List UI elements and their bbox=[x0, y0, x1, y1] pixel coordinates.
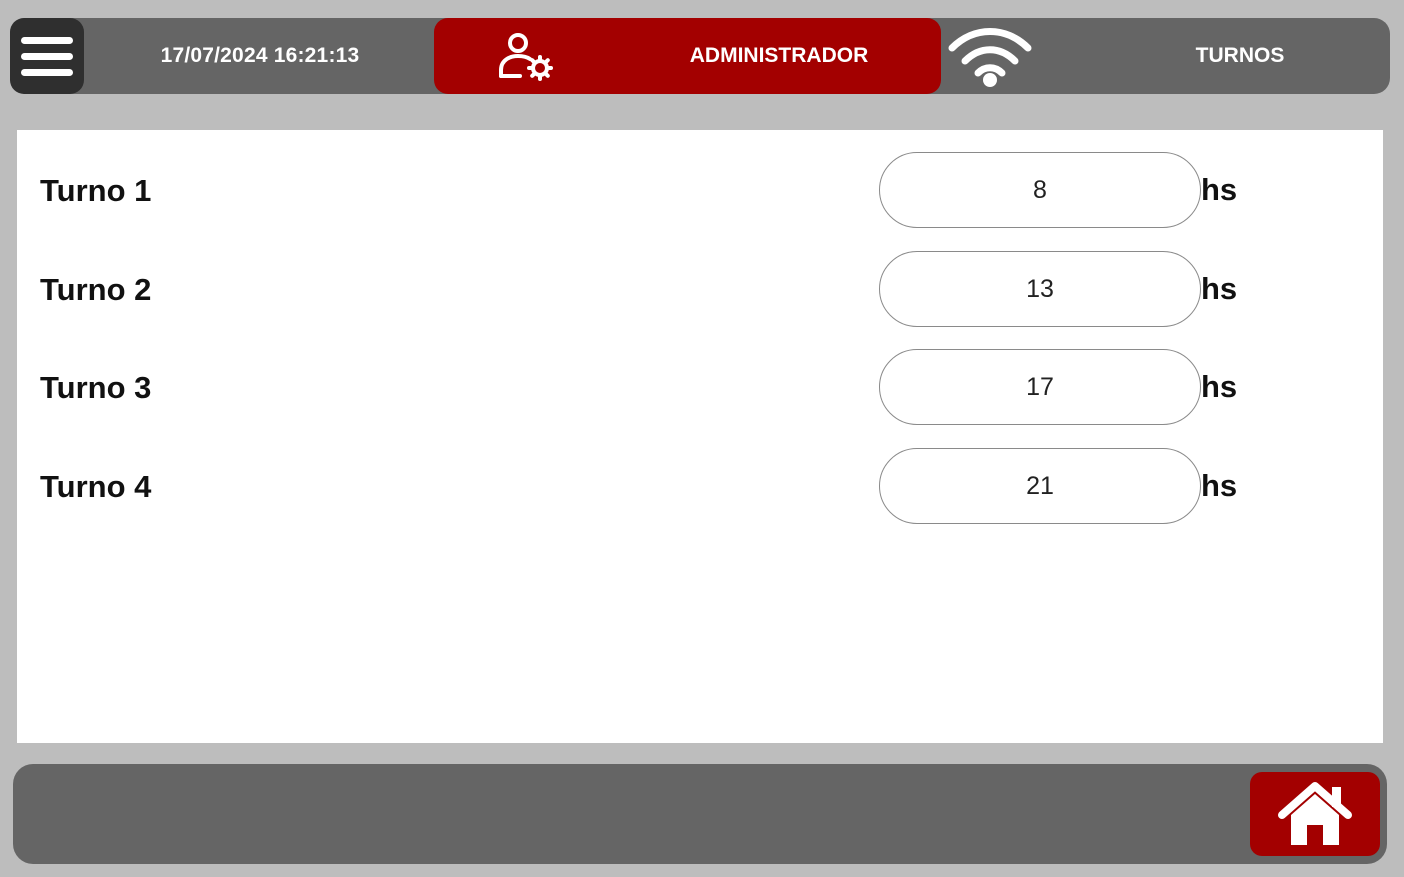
home-button[interactable] bbox=[1250, 772, 1380, 856]
turno-row-2: Turno 2 13 hs bbox=[17, 251, 1383, 329]
turno-row-1: Turno 1 8 hs bbox=[17, 152, 1383, 230]
home-icon bbox=[1278, 782, 1352, 845]
turno-row-3: Turno 3 17 hs bbox=[17, 349, 1383, 427]
turno-unit-label: hs bbox=[1201, 271, 1238, 306]
app-frame: 17/07/2024 16:21:13 ADMINISTRADOR TURNOS… bbox=[0, 0, 1404, 877]
turnos-panel: Turno 1 8 hs Turno 2 13 hs Turno 3 17 hs… bbox=[17, 130, 1383, 743]
turno-unit-label: hs bbox=[1201, 369, 1238, 404]
turno-hour-input[interactable]: 21 bbox=[879, 448, 1201, 524]
turno-label: Turno 4 bbox=[40, 469, 152, 504]
screen-title: TURNOS bbox=[1195, 44, 1285, 67]
turno-label: Turno 3 bbox=[40, 370, 152, 405]
datetime-display: 17/07/2024 16:21:13 bbox=[160, 44, 360, 67]
hamburger-menu-icon bbox=[21, 36, 73, 44]
menu-button[interactable] bbox=[10, 18, 84, 94]
turno-hour-input[interactable]: 13 bbox=[879, 251, 1201, 327]
user-role-label: ADMINISTRADOR bbox=[689, 44, 869, 67]
turno-hour-input[interactable]: 8 bbox=[879, 152, 1201, 228]
turno-label: Turno 2 bbox=[40, 272, 152, 307]
user-settings-icon bbox=[499, 33, 553, 81]
turno-row-4: Turno 4 21 hs bbox=[17, 448, 1383, 526]
turno-unit-label: hs bbox=[1201, 468, 1238, 503]
turno-unit-label: hs bbox=[1201, 172, 1238, 207]
bottom-bar bbox=[13, 764, 1387, 864]
user-role-button[interactable]: ADMINISTRADOR bbox=[434, 18, 941, 94]
wifi-icon bbox=[948, 28, 1032, 87]
turno-label: Turno 1 bbox=[40, 173, 152, 208]
turno-hour-input[interactable]: 17 bbox=[879, 349, 1201, 425]
